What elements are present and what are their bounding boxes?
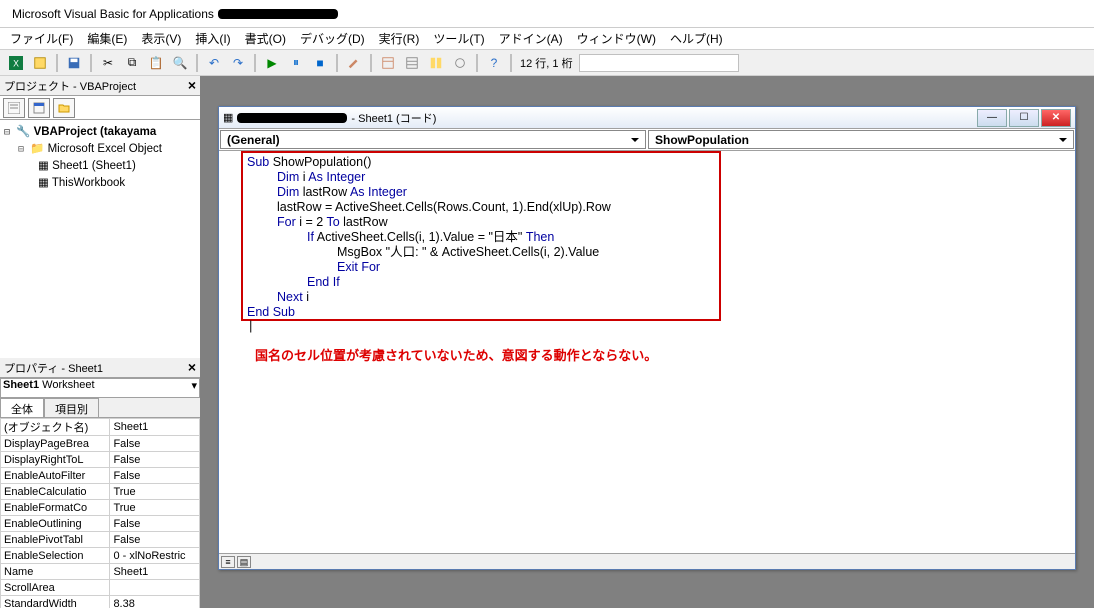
source-code[interactable]: Sub ShowPopulation() Dim i As Integer Di… [247,155,611,334]
redacted [237,113,347,123]
toolbox-button[interactable] [450,53,470,73]
menu-window[interactable]: ウィンドウ(W) [577,30,656,47]
property-row[interactable]: DisplayRightToLFalse [1,452,200,468]
thisworkbook-node[interactable]: ▦ ThisWorkbook [4,175,196,192]
objects-folder[interactable]: ⊟ 📁 Microsoft Excel Object [4,141,196,158]
cursor-position: 12 行, 1 桁 [518,55,575,71]
property-row[interactable]: StandardWidth8.38 [1,596,200,608]
separator [90,54,92,72]
code-window-titlebar[interactable]: ▦ - Sheet1 (コード) — ☐ ✕ [219,107,1075,129]
paste-button[interactable]: 📋 [146,53,166,73]
run-button[interactable]: ▶ [262,53,282,73]
view-code-button[interactable] [3,98,25,118]
menu-view[interactable]: 表示(V) [141,30,181,47]
view-object-button[interactable] [28,98,50,118]
separator [476,54,478,72]
property-row[interactable]: EnableOutliningFalse [1,516,200,532]
separator [254,54,256,72]
minimize-button[interactable]: — [977,109,1007,127]
find-button[interactable]: 🔍 [170,53,190,73]
code-window-footer: ≡ ▤ [219,553,1075,569]
svg-text:X: X [13,58,19,68]
code-window-title: - Sheet1 (コード) [351,110,436,126]
titlebar: V Microsoft Visual Basic for Application… [0,0,1094,28]
project-root[interactable]: ⊟ 🔧 VBAProject (takayama [4,124,196,141]
maximize-button[interactable]: ☐ [1009,109,1039,127]
app-title: Microsoft Visual Basic for Applications [12,7,214,21]
close-button[interactable]: ✕ [1041,109,1071,127]
procedure-view-button[interactable]: ≡ [221,556,235,568]
separator [336,54,338,72]
property-row[interactable]: NameSheet1 [1,564,200,580]
menu-file[interactable]: ファイル(F) [10,30,73,47]
design-mode-button[interactable] [344,53,364,73]
toolbar: X ✂ ⧉ 📋 🔍 ↶ ↷ ▶ ⏸ ■ ? 12 行, 1 桁 [0,50,1094,76]
redo-button[interactable]: ↷ [228,53,248,73]
cut-button[interactable]: ✂ [98,53,118,73]
redacted [218,9,338,19]
property-row[interactable]: ScrollArea [1,580,200,596]
tab-all[interactable]: 全体 [0,398,44,417]
code-window: ▦ - Sheet1 (コード) — ☐ ✕ (General) ShowPop… [218,106,1076,570]
property-row[interactable]: DisplayPageBreaFalse [1,436,200,452]
object-selector[interactable]: Sheet1 Worksheet ▾ [0,378,200,398]
menu-run[interactable]: 実行(R) [379,30,420,47]
copy-button[interactable]: ⧉ [122,53,142,73]
separator [56,54,58,72]
mdi-area: ▦ - Sheet1 (コード) — ☐ ✕ (General) ShowPop… [200,76,1094,608]
property-row[interactable]: EnableFormatCoTrue [1,500,200,516]
close-project-panel[interactable]: × [188,77,196,93]
object-browser-button[interactable] [426,53,446,73]
project-panel-title: プロジェクト - VBAProject × [0,76,200,96]
property-row[interactable]: EnableAutoFilterFalse [1,468,200,484]
menu-tools[interactable]: ツール(T) [433,30,484,47]
project-panel-label: プロジェクト - VBAProject [4,78,136,94]
menu-insert[interactable]: 挿入(I) [195,30,230,47]
project-tree[interactable]: ⊟ 🔧 VBAProject (takayama ⊟ 📁 Microsoft E… [0,120,200,358]
object-combo[interactable]: (General) [220,130,646,149]
code-editor[interactable]: Sub ShowPopulation() Dim i As Integer Di… [219,151,1075,553]
sheet-icon: ▦ [223,111,233,124]
menubar: ファイル(F) 編集(E) 表示(V) 挿入(I) 書式(O) デバッグ(D) … [0,28,1094,50]
menu-addin[interactable]: アドイン(A) [499,30,563,47]
tab-categorized[interactable]: 項目別 [44,398,99,417]
position-field[interactable] [579,54,739,72]
project-explorer-button[interactable] [378,53,398,73]
menu-edit[interactable]: 編集(E) [87,30,127,47]
property-row[interactable]: (オブジェクト名)Sheet1 [1,419,200,436]
stop-button[interactable]: ■ [310,53,330,73]
property-row[interactable]: EnablePivotTablFalse [1,532,200,548]
undo-button[interactable]: ↶ [204,53,224,73]
procedure-combo[interactable]: ShowPopulation [648,130,1074,149]
separator [196,54,198,72]
help-button[interactable]: ? [484,53,504,73]
property-row[interactable]: EnableCalculatioTrue [1,484,200,500]
insert-module-button[interactable] [30,53,50,73]
property-grid[interactable]: (オブジェクト名)Sheet1DisplayPageBreaFalseDispl… [0,418,200,608]
menu-debug[interactable]: デバッグ(D) [300,30,365,47]
full-module-view-button[interactable]: ▤ [237,556,251,568]
toggle-folders-button[interactable] [53,98,75,118]
annotation-text: 国名のセル位置が考慮されていないため、意図する動作とならない。 [255,345,657,364]
excel-icon[interactable]: X [6,53,26,73]
save-button[interactable] [64,53,84,73]
properties-panel-label: プロパティ - Sheet1 [4,360,103,376]
menu-help[interactable]: ヘルプ(H) [670,30,723,47]
property-row[interactable]: EnableSelection0 - xlNoRestric [1,548,200,564]
sheet1-node[interactable]: ▦ Sheet1 (Sheet1) [4,158,196,175]
close-properties-panel[interactable]: × [188,359,196,375]
project-toolbar [0,96,200,120]
property-tabs: 全体 項目別 [0,398,200,418]
menu-format[interactable]: 書式(O) [245,30,286,47]
separator [370,54,372,72]
separator [510,54,512,72]
pause-button[interactable]: ⏸ [286,53,306,73]
properties-button[interactable] [402,53,422,73]
properties-panel-title: プロパティ - Sheet1 × [0,358,200,378]
